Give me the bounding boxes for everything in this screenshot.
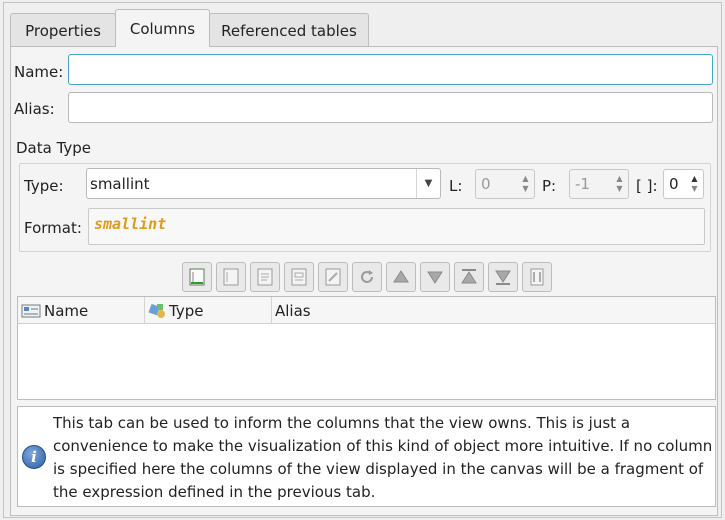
remove-item-button[interactable] <box>522 262 552 292</box>
format-label: Format: <box>24 219 82 237</box>
length-value: 0 <box>481 175 491 193</box>
columns-table: Name Type Alias <box>17 296 716 400</box>
edit-item-icon <box>257 268 273 286</box>
edit-content-button[interactable] <box>318 262 348 292</box>
move-up-icon <box>393 270 409 283</box>
move-to-bottom-icon <box>495 270 511 285</box>
dimension-value: 0 <box>669 175 679 193</box>
dimension-label: [ ]: <box>636 177 658 195</box>
refresh-icon <box>361 270 373 283</box>
move-to-top-icon <box>461 269 477 284</box>
column-header-type-label: Type <box>169 301 204 320</box>
name-input[interactable] <box>68 54 713 85</box>
alias-input[interactable] <box>68 92 713 123</box>
precision-spinbox[interactable]: -1 ▲ ▼ <box>569 169 629 199</box>
remove-item-icon <box>530 268 544 286</box>
move-to-bottom-button[interactable] <box>488 262 518 292</box>
type-icon <box>148 303 165 318</box>
chevron-down-icon[interactable]: ▼ <box>416 169 440 198</box>
column-header-name[interactable]: Name <box>18 297 145 324</box>
name-label: Name: <box>14 63 64 81</box>
dimension-spinbox[interactable]: 0 ▲ ▼ <box>663 169 704 199</box>
column-icon <box>21 304 41 317</box>
column-header-alias[interactable]: Alias <box>272 297 716 324</box>
add-item-button[interactable] <box>182 262 212 292</box>
type-select[interactable]: smallint ▼ <box>86 168 441 199</box>
spin-arrows-icon[interactable]: ▲ ▼ <box>686 170 703 198</box>
refresh-button[interactable] <box>352 262 382 292</box>
edit-item-button[interactable] <box>250 262 280 292</box>
columns-editor-window: Properties Columns Referenced tables Nam… <box>3 2 722 518</box>
data-type-group-title: Data Type <box>16 139 92 157</box>
tab-properties[interactable]: Properties <box>10 13 116 47</box>
add-item-icon <box>189 268 205 286</box>
length-label: L: <box>449 177 463 195</box>
type-select-value: smallint <box>90 174 150 193</box>
precision-value: -1 <box>575 175 590 193</box>
column-header-name-label: Name <box>44 301 89 320</box>
move-down-icon <box>427 271 443 284</box>
info-message-text: This tab can be used to inform the colum… <box>53 414 713 501</box>
column-header-alias-label: Alias <box>275 301 311 320</box>
spin-arrows-icon[interactable]: ▲ ▼ <box>611 170 628 198</box>
format-display: smallint <box>88 208 705 245</box>
tab-columns[interactable]: Columns <box>115 9 210 47</box>
move-down-button[interactable] <box>420 262 450 292</box>
format-value: smallint <box>94 215 167 233</box>
tab-columns-label: Columns <box>129 19 196 38</box>
update-item-icon <box>223 268 239 286</box>
update-item-button[interactable] <box>216 262 246 292</box>
table-header: Name Type Alias <box>18 297 715 324</box>
type-label: Type: <box>24 177 64 195</box>
duplicate-item-button[interactable] <box>284 262 314 292</box>
move-up-button[interactable] <box>386 262 416 292</box>
info-message-box: i This tab can be used to inform the col… <box>17 406 716 507</box>
data-type-group: Type: smallint ▼ L: 0 ▲ ▼ P: -1 ▲ ▼ [ ]: 0… <box>19 163 711 252</box>
tab-properties-label: Properties <box>25 21 101 40</box>
duplicate-item-icon <box>291 268 307 286</box>
columns-tab-panel: Name: Alias: Data Type Type: smallint ▼ … <box>10 46 718 516</box>
edit-content-icon <box>325 268 341 286</box>
length-spinbox[interactable]: 0 ▲ ▼ <box>475 169 535 199</box>
tab-referenced-tables[interactable]: Referenced tables <box>209 13 369 47</box>
column-header-type[interactable]: Type <box>145 297 272 324</box>
tab-referenced-tables-label: Referenced tables <box>221 21 357 40</box>
precision-label: P: <box>542 177 557 195</box>
alias-label: Alias: <box>14 100 55 118</box>
spin-arrows-icon[interactable]: ▲ ▼ <box>517 170 534 198</box>
info-icon: i <box>22 445 46 469</box>
move-to-top-button[interactable] <box>454 262 484 292</box>
